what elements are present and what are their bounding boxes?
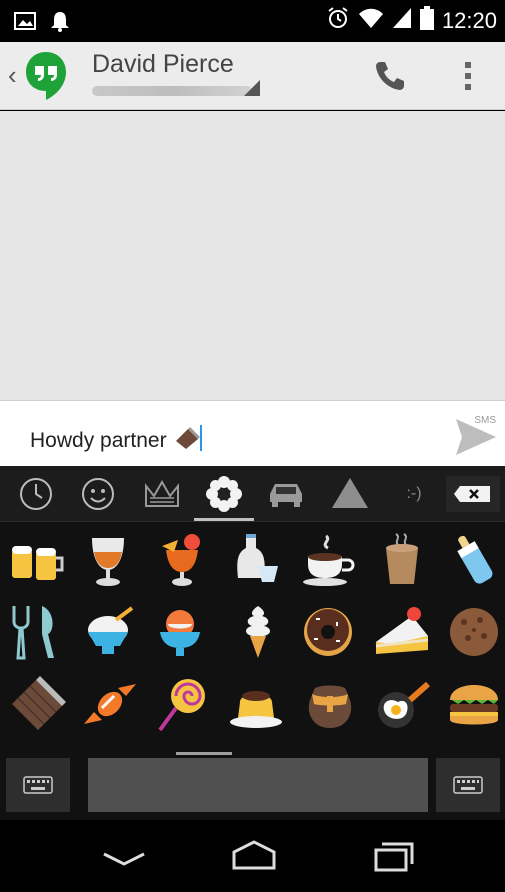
- coffee-emoji[interactable]: [298, 530, 358, 590]
- soft-serve-emoji[interactable]: [228, 602, 288, 662]
- gallery-icon: [14, 12, 36, 35]
- notification-bell-icon: [50, 10, 70, 37]
- battery-icon: [419, 6, 434, 35]
- keyboard-bottom-row: [0, 756, 505, 820]
- contact-dropdown-arrow-icon[interactable]: [244, 80, 260, 96]
- chocolate-cursor-icon: [174, 425, 204, 457]
- message-input[interactable]: Howdy partner: [30, 425, 204, 457]
- emoji-keyboard: :-): [0, 466, 505, 820]
- recents-icon: [374, 842, 414, 872]
- car-icon[interactable]: [264, 472, 308, 516]
- back-caret-icon[interactable]: ‹: [8, 60, 17, 91]
- emoji-category-bar: :-): [0, 466, 505, 522]
- sake-emoji[interactable]: [224, 530, 284, 590]
- chocolate-bar-emoji[interactable]: [8, 674, 68, 734]
- cooking-egg-emoji[interactable]: [372, 674, 432, 734]
- wifi-icon: [358, 7, 384, 34]
- crown-icon[interactable]: [140, 472, 184, 516]
- selected-category-indicator: [194, 518, 254, 521]
- status-time: 12:20: [441, 7, 497, 33]
- recent-clock-icon[interactable]: [14, 472, 58, 516]
- contact-detail-redacted: [92, 86, 252, 96]
- doughnut-emoji[interactable]: [298, 602, 358, 662]
- back-down-button[interactable]: [94, 836, 154, 876]
- fork-knife-emoji[interactable]: [6, 602, 66, 662]
- conversation-area[interactable]: [0, 111, 505, 400]
- backspace-key[interactable]: [446, 476, 500, 512]
- compose-bar: Howdy partner SMS: [0, 400, 505, 466]
- send-button[interactable]: SMS: [452, 411, 500, 457]
- navigation-bar: [0, 820, 505, 892]
- contact-name[interactable]: David Pierce: [92, 50, 234, 79]
- emoticon-text-icon[interactable]: :-): [392, 472, 436, 516]
- emoji-page-indicator: [176, 752, 232, 755]
- overflow-menu-icon[interactable]: [458, 56, 478, 96]
- conversation-action-bar: ‹ David Pierce: [0, 42, 505, 110]
- tropical-drink-emoji[interactable]: [152, 530, 212, 590]
- signal-icon: [392, 7, 412, 34]
- beer-mugs-emoji[interactable]: [6, 530, 66, 590]
- ice-cream-emoji[interactable]: [152, 602, 212, 662]
- phone-icon[interactable]: [370, 56, 410, 96]
- emoji-grid: [0, 522, 505, 750]
- keyboard-switch-left-button[interactable]: [6, 758, 70, 812]
- smiley-icon[interactable]: [76, 472, 120, 516]
- alarm-icon: [326, 6, 350, 35]
- status-bar: 12:20: [0, 0, 505, 42]
- brandy-glass-emoji[interactable]: [78, 530, 138, 590]
- shortcake-emoji[interactable]: [372, 602, 432, 662]
- candy-emoji[interactable]: [80, 674, 140, 734]
- shaved-ice-emoji[interactable]: [80, 602, 140, 662]
- keyboard-icon: [453, 776, 483, 794]
- chevron-down-icon: [103, 852, 145, 866]
- cookie-emoji[interactable]: [444, 602, 504, 662]
- tea-cup-emoji[interactable]: [372, 530, 432, 590]
- hangouts-logo-icon[interactable]: [24, 50, 68, 102]
- hamburger-emoji[interactable]: [444, 674, 504, 734]
- home-icon: [232, 840, 276, 870]
- triangle-icon[interactable]: [328, 472, 372, 516]
- spacebar[interactable]: [88, 758, 428, 812]
- keyboard-switch-right-button[interactable]: [436, 758, 500, 812]
- sms-label: SMS: [474, 415, 496, 426]
- flower-icon[interactable]: [202, 472, 246, 516]
- honey-pot-emoji[interactable]: [300, 674, 360, 734]
- lollipop-emoji[interactable]: [152, 674, 212, 734]
- message-text: Howdy partner: [30, 429, 167, 452]
- recents-button[interactable]: [364, 836, 424, 876]
- baby-bottle-emoji[interactable]: [444, 530, 504, 590]
- home-button[interactable]: [224, 836, 284, 876]
- custard-emoji[interactable]: [226, 674, 286, 734]
- keyboard-icon: [23, 776, 53, 794]
